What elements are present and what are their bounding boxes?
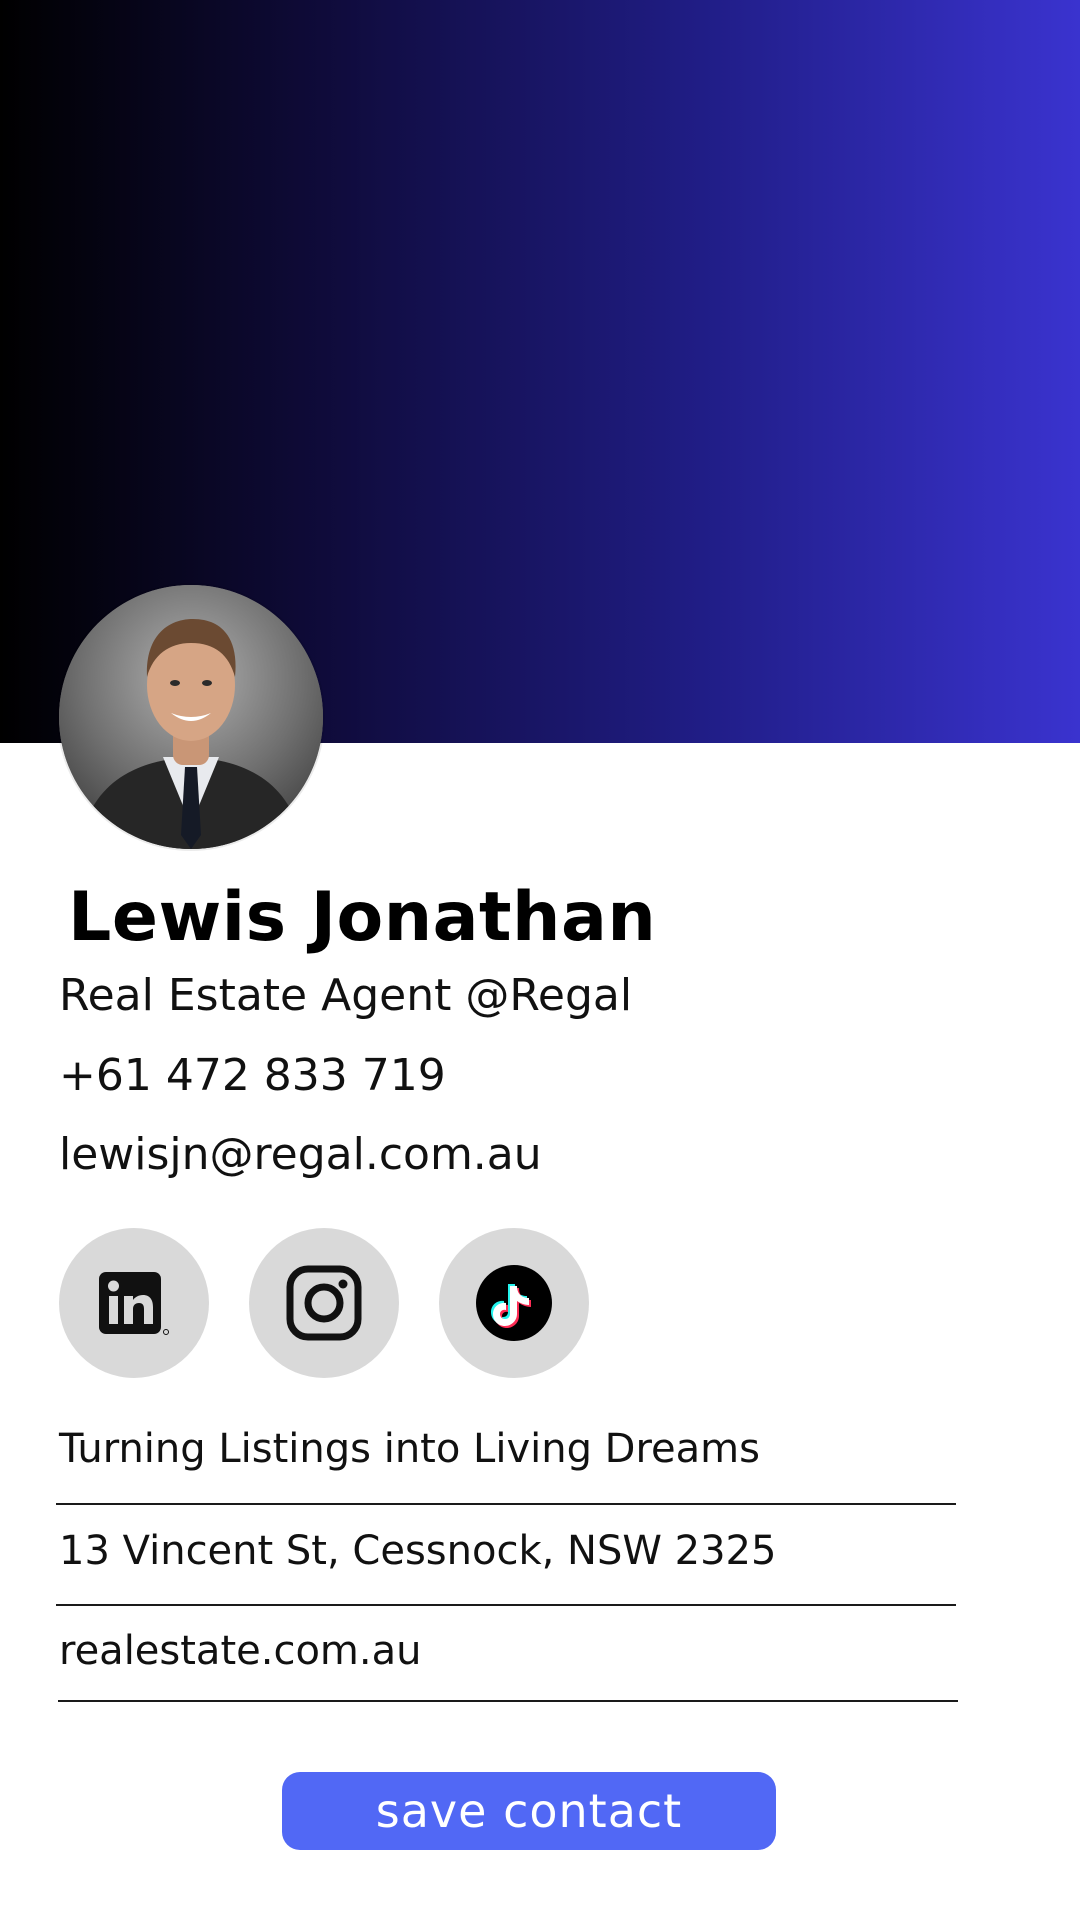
avatar xyxy=(59,585,323,849)
profile-photo xyxy=(59,585,323,849)
contact-email[interactable]: lewisjn@regal.com.au xyxy=(59,1127,542,1183)
linkedin-icon xyxy=(99,1272,169,1335)
tagline-text: Turning Listings into Living Dreams xyxy=(59,1426,760,1472)
divider xyxy=(58,1700,958,1702)
linkedin-button[interactable] xyxy=(59,1228,209,1378)
divider xyxy=(56,1604,956,1606)
contact-phone[interactable]: +61 472 833 719 xyxy=(59,1048,446,1104)
tiktok-icon xyxy=(476,1265,552,1341)
divider xyxy=(56,1503,956,1505)
save-contact-button[interactable]: save contact xyxy=(282,1772,776,1850)
website-link[interactable]: realestate.com.au xyxy=(59,1626,421,1676)
address-text[interactable]: 13 Vincent St, Cessnock, NSW 2325 xyxy=(59,1526,776,1576)
contact-card-page: Lewis Jonathan Real Estate Agent @Regal … xyxy=(0,0,1080,1920)
instagram-icon xyxy=(286,1265,362,1341)
instagram-button[interactable] xyxy=(249,1228,399,1378)
contact-title: Real Estate Agent @Regal xyxy=(59,970,633,1021)
contact-name: Lewis Jonathan xyxy=(68,878,657,957)
tiktok-button[interactable] xyxy=(439,1228,589,1378)
